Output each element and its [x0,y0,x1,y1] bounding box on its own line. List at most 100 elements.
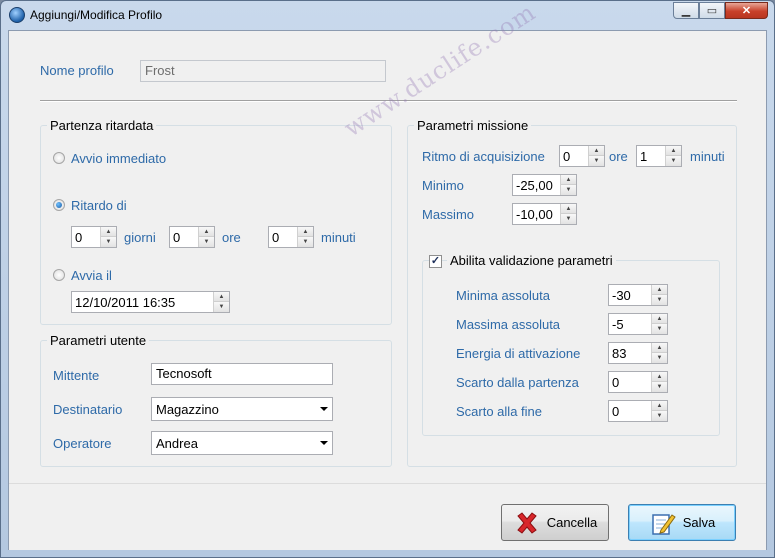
spin-down-icon[interactable]: ▼ [652,353,667,363]
immediate-start-label: Avvio immediato [71,151,167,166]
spin-down-icon[interactable]: ▼ [652,382,667,392]
maximize-button[interactable]: ▭ [699,2,725,19]
rate-minutes-value: 1 [640,149,648,164]
maximize-icon: ▭ [706,5,718,17]
absolute-min-value: -30 [612,288,631,303]
validation-group: ✓ Abilita validazione parametri Minima a… [422,253,720,436]
title-bar[interactable]: Aggiungi/Modifica Profilo ▁ ▭ ✕ [1,1,774,29]
spin-up-icon[interactable]: ▲ [561,175,576,185]
save-button[interactable]: Salva [628,504,736,541]
operator-value: Andrea [156,436,198,451]
delay-hours-value: 0 [173,230,181,245]
spin-down-icon[interactable]: ▼ [214,302,229,312]
spin-down-icon[interactable]: ▼ [561,214,576,224]
spin-up-icon[interactable]: ▲ [589,146,604,156]
acquisition-rate-label: Ritmo di acquisizione [422,149,545,164]
sender-label: Mittente [53,368,100,383]
spin-up-icon[interactable]: ▲ [652,401,667,411]
delay-minutes-stepper[interactable]: 0 ▲ ▼ [268,226,314,248]
spin-up-icon[interactable]: ▲ [214,292,229,302]
window-title: Aggiungi/Modifica Profilo [30,8,163,22]
cancel-button-label: Cancella [546,515,598,530]
delay-label: Ritardo di [71,198,127,213]
rate-minutes-unit-label: minuti [690,149,725,164]
chevron-down-icon [320,441,328,445]
activation-energy-value: 83 [612,346,627,361]
end-offset-stepper[interactable]: 0 ▲ ▼ [608,400,668,422]
delay-days-stepper[interactable]: 0 ▲ ▼ [71,226,117,248]
absolute-min-label: Minima assoluta [456,288,550,303]
spin-down-icon[interactable]: ▼ [298,237,313,247]
spin-down-icon[interactable]: ▼ [652,295,667,305]
operator-dropdown[interactable]: Andrea [151,431,333,455]
start-at-radio[interactable] [53,269,65,281]
maximum-value: -10,00 [516,207,553,222]
spin-up-icon[interactable]: ▲ [652,285,667,295]
minimum-label: Minimo [422,178,464,193]
edit-document-icon [649,509,677,537]
spin-down-icon[interactable]: ▼ [666,156,681,166]
spin-down-icon[interactable]: ▼ [199,237,214,247]
spin-down-icon[interactable]: ▼ [561,185,576,195]
dialog-client-area: Nome profilo Frost Partenza ritardata Av… [8,0,767,550]
absolute-min-stepper[interactable]: -30 ▲ ▼ [608,284,668,306]
enable-validation-checkbox[interactable]: ✓ [429,255,442,268]
spin-down-icon[interactable]: ▼ [652,411,667,421]
minimize-icon: ▁ [681,5,691,17]
operator-label: Operatore [53,436,112,451]
close-icon: ✕ [741,5,752,17]
spin-down-icon[interactable]: ▼ [101,237,116,247]
rate-hours-unit-label: ore [609,149,628,164]
spin-down-icon[interactable]: ▼ [589,156,604,166]
recipient-dropdown[interactable]: Magazzino [151,397,333,421]
activation-energy-label: Energia di attivazione [456,346,581,361]
delay-days-value: 0 [75,230,83,245]
spin-down-icon[interactable]: ▼ [652,324,667,334]
spin-up-icon[interactable]: ▲ [561,204,576,214]
spin-up-icon[interactable]: ▲ [298,227,313,237]
spin-up-icon[interactable]: ▲ [101,227,116,237]
profile-name-field[interactable]: Frost [140,60,386,82]
delay-hours-stepper[interactable]: 0 ▲ ▼ [169,226,215,248]
spin-up-icon[interactable]: ▲ [652,343,667,353]
sender-field[interactable]: Tecnosoft [151,363,333,385]
enable-validation-label: Abilita validazione parametri [447,253,616,268]
user-params-group: Parametri utente Mittente Tecnosoft Dest… [40,333,392,467]
mission-params-group: Parametri missione Ritmo di acquisizione… [407,118,737,467]
rate-minutes-stepper[interactable]: 1 ▲ ▼ [636,145,682,167]
minutes-unit-label: minuti [321,230,356,245]
recipient-value: Magazzino [156,402,219,417]
delayed-start-group-title: Partenza ritardata [47,118,157,133]
minimum-stepper[interactable]: -25,00 ▲ ▼ [512,174,577,196]
dialog-window: Aggiungi/Modifica Profilo ▁ ▭ ✕ Nome pro… [0,0,775,558]
start-at-value: 12/10/2011 16:35 [75,295,176,310]
activation-energy-stepper[interactable]: 83 ▲ ▼ [608,342,668,364]
cancel-button[interactable]: Cancella [501,504,609,541]
start-offset-stepper[interactable]: 0 ▲ ▼ [608,371,668,393]
rate-hours-value: 0 [563,149,571,164]
spin-up-icon[interactable]: ▲ [199,227,214,237]
rate-hours-stepper[interactable]: 0 ▲ ▼ [559,145,605,167]
end-offset-label: Scarto alla fine [456,404,542,419]
mission-params-group-title: Parametri missione [414,118,532,133]
spin-up-icon[interactable]: ▲ [652,314,667,324]
start-at-datetime-picker[interactable]: 12/10/2011 16:35 ▲ ▼ [71,291,230,313]
start-offset-label: Scarto dalla partenza [456,375,579,390]
maximum-label: Massimo [422,207,475,222]
cancel-x-icon [513,509,541,537]
absolute-max-label: Massima assoluta [456,317,561,332]
delay-radio[interactable] [53,199,65,211]
absolute-max-value: -5 [612,317,624,332]
spin-up-icon[interactable]: ▲ [666,146,681,156]
minimize-button[interactable]: ▁ [673,2,699,19]
app-icon [9,7,25,23]
checkmark-icon: ✓ [430,255,441,267]
absolute-max-stepper[interactable]: -5 ▲ ▼ [608,313,668,335]
maximum-stepper[interactable]: -10,00 ▲ ▼ [512,203,577,225]
immediate-start-radio[interactable] [53,152,65,164]
days-unit-label: giorni [124,230,156,245]
close-button[interactable]: ✕ [725,2,768,19]
profile-name-label: Nome profilo [40,63,114,78]
spin-up-icon[interactable]: ▲ [652,372,667,382]
save-button-label: Salva [682,515,716,530]
